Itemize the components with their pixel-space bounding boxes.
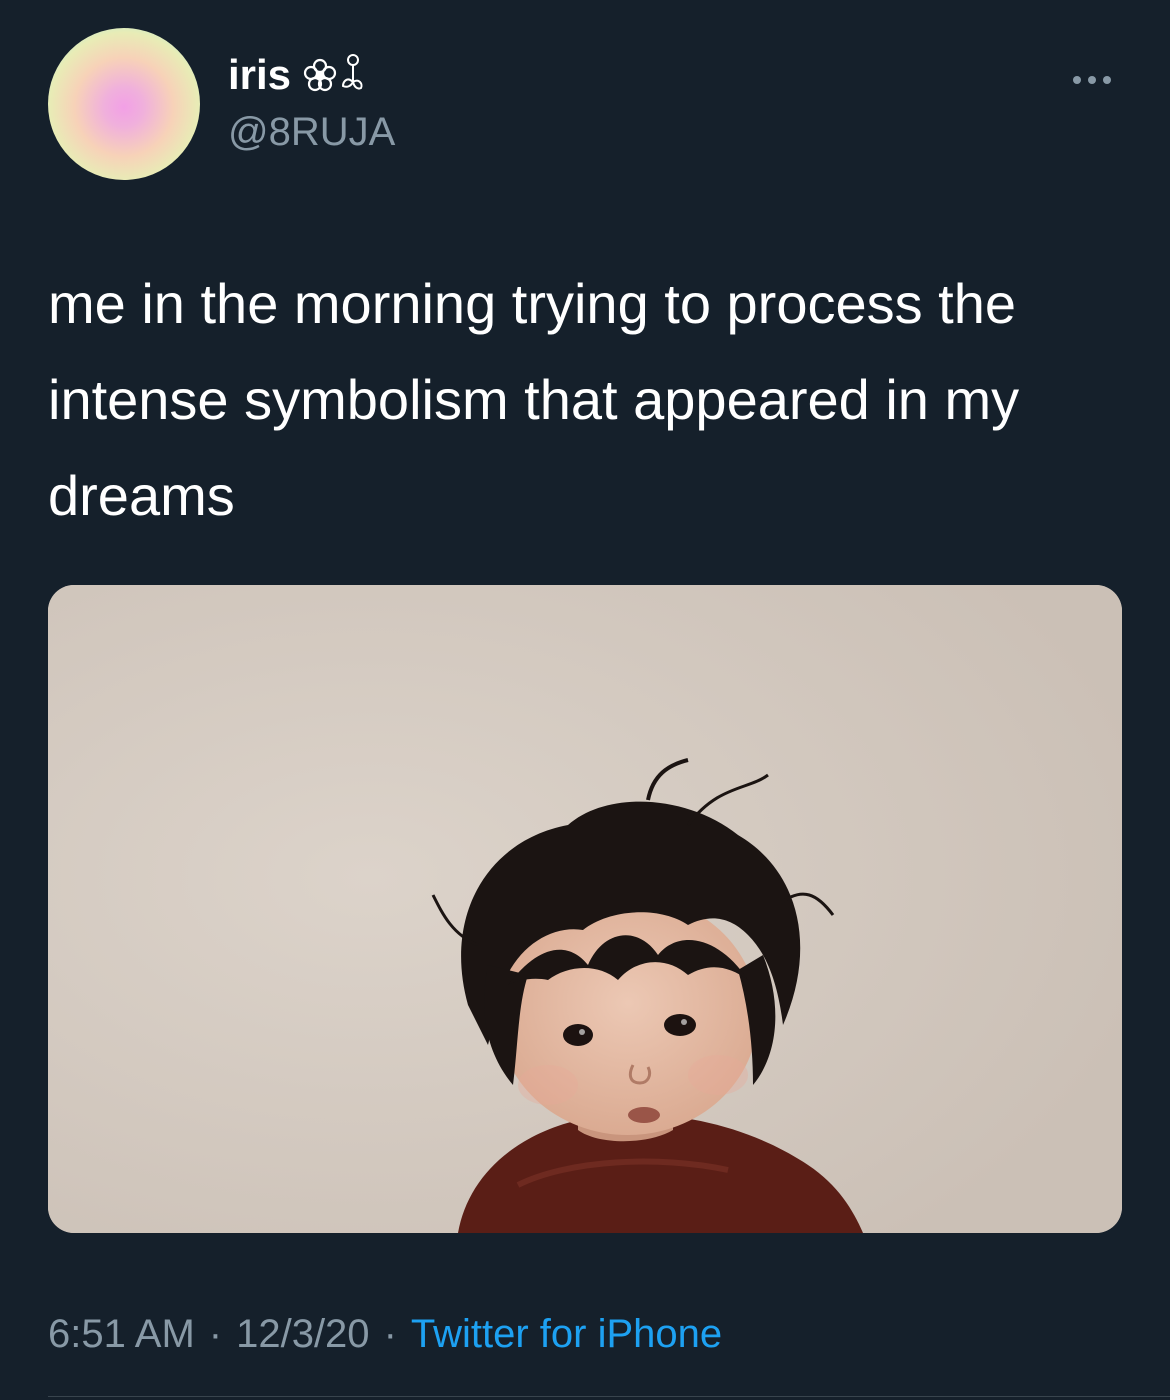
tweet-date[interactable]: 12/3/20: [236, 1312, 369, 1356]
photo-child-illustration: [48, 585, 1122, 1233]
flower-glyph: [303, 58, 337, 92]
avatar[interactable]: [48, 28, 200, 180]
author-handle[interactable]: @8RUJA: [228, 112, 395, 152]
sprout-glyph: [342, 54, 363, 90]
meta-separator: ·: [208, 1312, 223, 1356]
more-horizontal-icon: [1073, 76, 1111, 84]
tweet-media-photo[interactable]: [48, 585, 1122, 1233]
tweet-time[interactable]: 6:51 AM: [48, 1312, 195, 1356]
meta-separator: ·: [383, 1312, 397, 1356]
more-dot: [1073, 76, 1081, 84]
tweet: iris @8RUJA me in the morning trying to …: [0, 0, 1170, 1400]
author-name-row[interactable]: iris: [228, 52, 367, 98]
tweet-meta: 6:51 AM · 12/3/20 · Twitter for iPhone: [48, 1312, 722, 1356]
tweet-text: me in the morning trying to process the …: [48, 272, 1020, 527]
flower-emoji-icon: [303, 52, 367, 98]
more-dot: [1088, 76, 1096, 84]
more-options-button[interactable]: [1060, 68, 1124, 92]
more-dot: [1103, 76, 1111, 84]
divider: [48, 1396, 1170, 1397]
tweet-source-link[interactable]: Twitter for iPhone: [411, 1312, 722, 1356]
display-name[interactable]: iris: [228, 54, 291, 96]
